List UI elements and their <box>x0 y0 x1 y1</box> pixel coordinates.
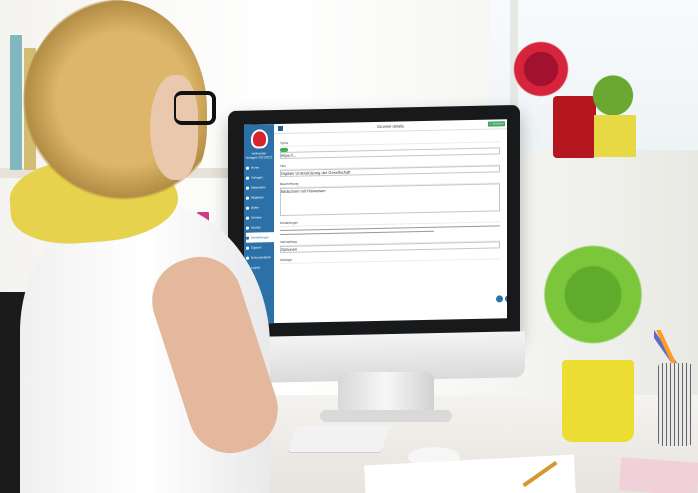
office-scene: Hofmeister Vorlagen 2021/2022 Home Vorla… <box>0 0 698 493</box>
woman <box>0 0 335 493</box>
poinsettia-plant <box>503 40 579 98</box>
glasses-icon <box>174 91 216 125</box>
save-button[interactable]: ✓ Speichern <box>488 121 505 127</box>
yellow-pot <box>594 115 636 157</box>
check-button[interactable] <box>505 295 507 303</box>
help-button[interactable] <box>496 295 503 303</box>
monitor-foot <box>320 410 452 422</box>
pencil-cup <box>658 363 692 446</box>
page-title: Grunnet details <box>376 123 405 129</box>
green-plant <box>526 232 660 357</box>
yellow-plant-pot <box>562 360 634 442</box>
notebook <box>618 457 698 493</box>
